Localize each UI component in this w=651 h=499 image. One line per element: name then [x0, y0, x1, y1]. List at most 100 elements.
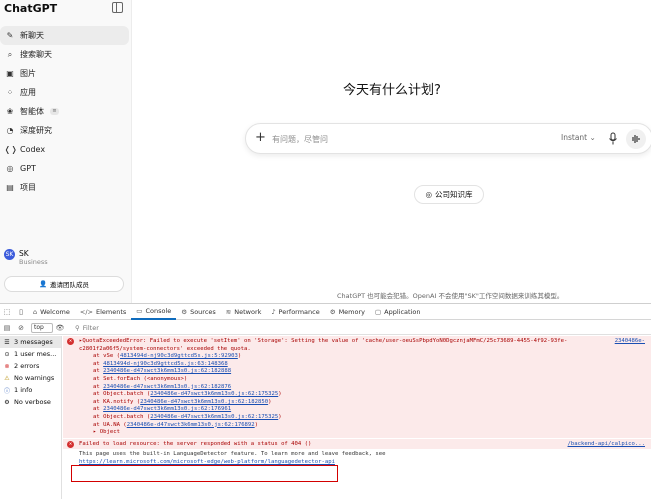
console-sidebar: ☰ 3 messages ⊙ 1 user mes... ⊗ 2 errors ⚠ No wa… — [0, 336, 62, 499]
stack-location-link[interactable]: 2340486e-d47swct3k6mm13s0.js:62:175325 — [150, 391, 278, 397]
voice-mode-icon[interactable] — [626, 129, 646, 149]
console-filter-item[interactable]: ⊙ 1 user mes... — [0, 348, 61, 360]
sidebar-toggle-icon[interactable]: ▤ — [0, 324, 14, 332]
filter-item-label: No warnings — [14, 374, 55, 382]
console-error-404[interactable]: ✕ /backend-api/calpico... Failed to load… — [63, 438, 651, 450]
info-link[interactable]: https://learn.microsoft.com/microsoft-ed… — [79, 459, 335, 465]
console-filter-item[interactable]: ⓘ 1 info — [0, 384, 61, 396]
sidebar-item-label: GPT — [20, 164, 36, 173]
console-filter-input[interactable]: Filter — [83, 324, 99, 332]
stack-location-link[interactable]: 2340486e-d47swct3k6mm13s0.js:62:176892 — [127, 422, 255, 428]
sidebar-item[interactable]: ◔ 深度研究 — [0, 121, 129, 140]
stack-paren: ) — [254, 421, 259, 428]
context-selector[interactable]: top — [31, 322, 53, 333]
stack-function: at — [93, 368, 104, 375]
tab-performance[interactable]: ♪ Performance — [266, 304, 324, 320]
stack-function: at KA.notify ( — [93, 398, 141, 405]
filter-item-label: 1 info — [14, 386, 33, 394]
invite-button[interactable]: 👤 邀请团队成员 — [4, 276, 124, 292]
stack-location-link[interactable]: 4813494d-nj90c3d9gttcd5s.js:5:92903 — [120, 353, 238, 359]
devtools-tabbar: ⬚ ▯ ⌂ Welcome </> Elements ▭ Console ⚙ Sources ≋… — [0, 304, 651, 320]
error-message-line-1: ▸QuotaExceededError: Failed to execute '… — [79, 338, 568, 344]
console-output: ✕ 2340486e- ▸QuotaExceededError: Failed … — [63, 336, 651, 499]
stack-paren: ) — [268, 398, 272, 405]
nav-icon: ⌕ — [7, 49, 13, 59]
stack-location-link[interactable]: 2340486e-d47swct3k6mm13s0.js:62:182850 — [140, 399, 268, 405]
tab-memory[interactable]: ⚙ Memory — [325, 304, 370, 320]
sidebar-item[interactable]: ⌕ 搜索聊天 — [0, 45, 129, 64]
tab-label: Elements — [95, 307, 127, 316]
error-message-line-2: c2801f2a06f5/system-connectors' exceeded… — [79, 345, 251, 352]
clear-console-icon[interactable]: ⊘ — [14, 324, 28, 332]
sidebar-item[interactable]: ❬❭ Codex — [0, 140, 129, 159]
stack-location-link[interactable]: 2340486e-d47swct3k6mm13s0.js:62:175325 — [150, 414, 278, 420]
knowledge-icon: ◎ — [425, 190, 433, 199]
stack-frame: at 2340486e-d47swct3k6mm13s0.js:62:18287… — [67, 384, 651, 392]
sidebar: ChatGPT ✎ 新聊天 ⌕ 搜索聊天 ▣ 图片 ⁘ 应用 ❀ 智能体 ≡ ◔ 深度研究 ❬❭ Codex… — [0, 0, 132, 303]
avatar: SK — [4, 249, 15, 260]
tab-elements[interactable]: </> Elements — [75, 304, 131, 320]
microphone-icon[interactable] — [608, 132, 618, 146]
stack-function: at — [93, 383, 104, 390]
stack-function: ▸ Object — [93, 429, 120, 436]
sidebar-item[interactable]: ❀ 智能体 ≡ — [0, 102, 129, 121]
stack-frame: at Set.forEach (<anonymous>) — [67, 376, 651, 384]
sidebar-nav: ✎ 新聊天 ⌕ 搜索聊天 ▣ 图片 ⁘ 应用 ❀ 智能体 ≡ ◔ 深度研究 ❬❭ Codex ◎ GPT ▤ 项目 — [0, 26, 132, 197]
tab-application[interactable]: ▢ Application — [370, 304, 425, 320]
nav-icon: ❀ — [6, 107, 14, 116]
stack-location-link[interactable]: 2340486e-d47swct3k6mm13s0.js:62:182888 — [103, 368, 231, 374]
filter-item-icon: ⊙ — [4, 350, 10, 358]
console-error-quota[interactable]: ✕ 2340486e- ▸QuotaExceededError: Failed … — [63, 336, 651, 438]
error-source-link[interactable]: 2340486e- — [615, 338, 645, 344]
devtools-panel: ⬚ ▯ ⌂ Welcome </> Elements ▭ Console ⚙ Sources ≋… — [0, 303, 651, 499]
sidebar-item[interactable]: ✎ 新聊天 — [0, 26, 129, 45]
sidebar-item[interactable]: ◎ GPT — [0, 159, 129, 178]
tab-icon: ≋ — [225, 307, 232, 316]
console-filter-item[interactable]: ☰ 3 messages — [0, 336, 61, 348]
tab-label: Performance — [278, 307, 320, 316]
tab-icon: ▭ — [136, 306, 143, 315]
console-filter-item[interactable]: ⊗ 2 errors — [0, 360, 61, 372]
live-expression-icon[interactable]: 👁 — [53, 324, 67, 332]
console-filter-item[interactable]: ⚠ No warnings — [0, 372, 61, 384]
nav-icon: ⁘ — [6, 88, 14, 97]
tab-icon: ⚙ — [329, 307, 336, 316]
devtools-tabs: ⌂ Welcome </> Elements ▭ Console ⚙ Sources ≋ Netw… — [28, 304, 426, 320]
tab-welcome[interactable]: ⌂ Welcome — [28, 304, 75, 320]
tab-icon: ▢ — [375, 307, 382, 316]
stack-function: at — [93, 360, 104, 367]
tab-console[interactable]: ▭ Console — [131, 304, 177, 320]
console-filter-item[interactable]: ⚙ No verbose — [0, 396, 61, 408]
sidebar-item[interactable]: ▣ 图片 — [0, 64, 129, 83]
sidebar-item[interactable]: ⁘ 应用 — [0, 83, 129, 102]
device-toolbar-icon[interactable]: ▯ — [14, 308, 28, 316]
stack-frame: at 2340486e-d47swct3k6mm13s0.js:62:18288… — [67, 368, 651, 376]
add-attachment-icon[interactable]: + — [255, 130, 266, 145]
tab-network[interactable]: ≋ Network — [221, 304, 267, 320]
inspect-icon[interactable]: ⬚ — [0, 308, 14, 316]
tab-sources[interactable]: ⚙ Sources — [176, 304, 221, 320]
highlight-box — [71, 465, 338, 482]
model-selector[interactable]: Instant ⌄ — [561, 133, 596, 142]
profile[interactable]: SK SK Business — [4, 249, 48, 267]
sidebar-item-label: Codex — [20, 145, 46, 154]
profile-name: SK — [19, 249, 29, 258]
prompt-input[interactable] — [272, 132, 522, 146]
company-knowledge-button[interactable]: ◎ 公司知识库 — [414, 185, 484, 204]
stack-location-link[interactable]: 2340486e-d47swct3k6mm13s0.js:62:176961 — [103, 406, 231, 412]
sidebar-toggle-icon[interactable] — [112, 2, 123, 13]
stack-paren: ) — [278, 391, 282, 398]
stack-frame: at vSe (4813494d-nj90c3d9gttcd5s.js:5:92… — [67, 353, 651, 361]
tab-label: Welcome — [40, 307, 70, 316]
sidebar-item[interactable]: ▤ 项目 — [0, 178, 129, 197]
filter-item-label: 1 user mes... — [14, 350, 57, 358]
stack-frame: at KA.notify (2340486e-d47swct3k6mm13s0.… — [67, 399, 651, 407]
stack-location-link[interactable]: 2340486e-d47swct3k6mm13s0.js:62:182876 — [103, 384, 231, 390]
stack-location-link[interactable]: 4813494d-nj90c3d9gttcd5s.js:63:148368 — [103, 361, 228, 367]
error-source-link[interactable]: /backend-api/calpico... — [568, 441, 645, 447]
stack-function: at Set.forEach (<anonymous>) — [93, 375, 188, 382]
filter-item-icon: ⚙ — [4, 398, 10, 406]
tab-label: Network — [234, 307, 262, 316]
brand-title[interactable]: ChatGPT — [4, 2, 57, 15]
stack-trace: at vSe (4813494d-nj90c3d9gttcd5s.js:5:92… — [67, 353, 651, 437]
